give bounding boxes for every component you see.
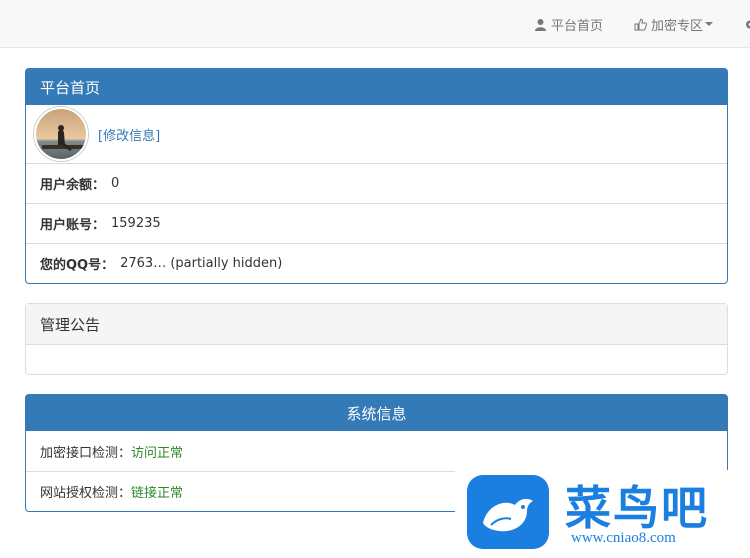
balance-label: 用户余额： [40, 178, 106, 193]
notice-body [26, 345, 727, 374]
auth-check-status: 链接正常 [131, 486, 184, 501]
watermark-brand: 菜鸟吧 [565, 481, 709, 535]
chevron-down-icon [705, 22, 714, 26]
nav-crypto-label: 加密专区 [651, 18, 704, 34]
notice-panel: 管理公告 [25, 303, 728, 375]
balance-row: 用户余额： 0 [26, 163, 727, 203]
nav-settings[interactable] [744, 0, 750, 48]
system-panel-title: 系统信息 [26, 395, 727, 431]
qq-value: 2763… (partially hidden) [120, 256, 283, 271]
user-icon [535, 18, 546, 31]
account-value: 159235 [111, 216, 161, 231]
top-navbar: 平台首页 加密专区 [0, 0, 750, 48]
qq-row: 您的QQ号： 2763… (partially hidden) [26, 243, 727, 283]
avatar-row: [修改信息] [26, 105, 727, 163]
notice-panel-title: 管理公告 [26, 304, 727, 345]
crypto-check-label: 加密接口检测： [40, 445, 132, 461]
balance-value: 0 [111, 176, 120, 191]
profile-panel-title: 平台首页 [26, 69, 727, 105]
thumbs-up-icon [634, 17, 647, 30]
profile-panel: 平台首页 [修改信息] 用户余额： 0 用户账号： 159235 您的QQ号： … [25, 68, 728, 284]
site-watermark: 菜鸟吧 www.cniao8.com [455, 470, 750, 558]
gear-icon [746, 20, 750, 28]
nav-home-label: 平台首页 [551, 18, 604, 34]
crypto-check-row: 加密接口检测： 访问正常 [26, 431, 727, 471]
nav-home-link[interactable]: 平台首页 [534, 0, 603, 48]
bird-logo-icon [467, 475, 549, 549]
edit-profile-link[interactable]: [修改信息] [98, 125, 160, 144]
account-label: 用户账号： [40, 218, 106, 233]
crypto-check-status: 访问正常 [131, 445, 184, 461]
account-row: 用户账号： 159235 [26, 203, 727, 243]
auth-check-label: 网站授权检测： [40, 486, 132, 501]
watermark-url: www.cniao8.com [571, 530, 676, 546]
profile-list: [修改信息] 用户余额： 0 用户账号： 159235 您的QQ号： 2763…… [26, 105, 727, 283]
avatar [34, 107, 88, 161]
qq-label: 您的QQ号： [40, 258, 115, 273]
nav-crypto-dropdown[interactable]: 加密专区 [634, 0, 714, 48]
